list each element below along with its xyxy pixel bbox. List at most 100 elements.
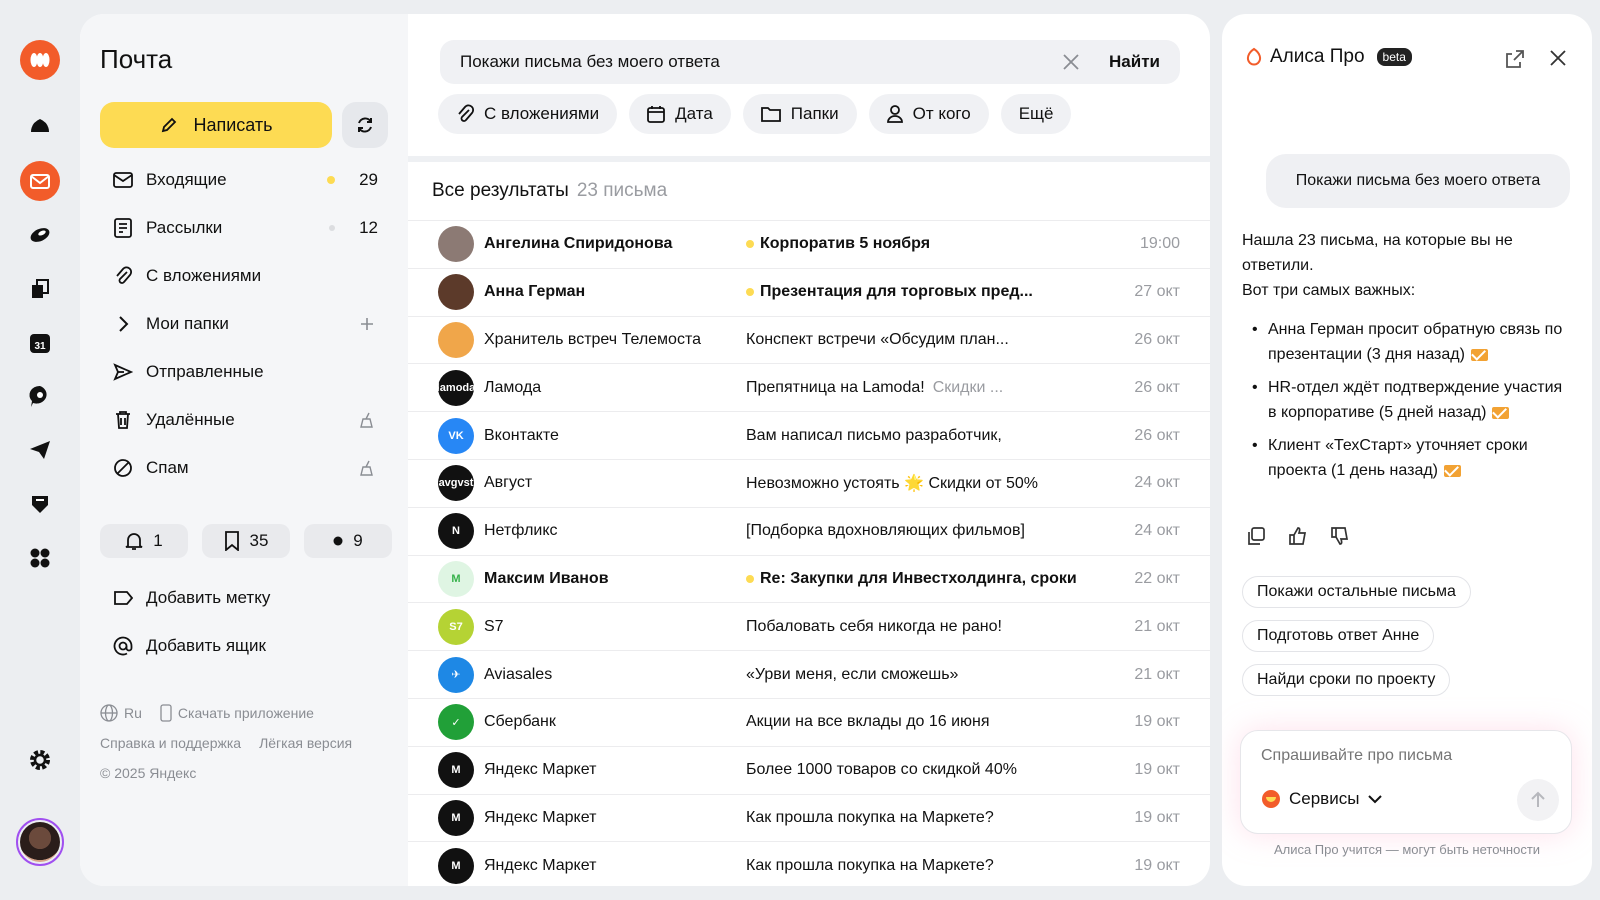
table-row[interactable]: M Яндекс Маркет Как прошла покупка на Марк…: [408, 793, 1210, 842]
filter-from[interactable]: От кого: [868, 94, 989, 134]
table-row[interactable]: VK Вконтакте Вам написал письмо разработчи…: [408, 411, 1210, 459]
filter-attachments[interactable]: С вложениями: [438, 94, 618, 134]
answer-bullet: HR-отдел ждёт подтверждение участия в ко…: [1242, 375, 1572, 425]
folder-icon: [760, 107, 781, 122]
compose-button[interactable]: Написать: [100, 102, 332, 148]
sender-name: Сбербанк: [484, 713, 556, 731]
download-app-link[interactable]: Скачать приложение: [160, 698, 314, 728]
email-subject: «Урви меня, если сможешь»: [746, 665, 959, 683]
answer-actions: [1246, 526, 1350, 551]
notes-icon[interactable]: [20, 484, 60, 524]
folder-newsletters[interactable]: Рассылки 12: [100, 204, 390, 252]
refresh-button[interactable]: [342, 102, 388, 148]
mail-service-icon[interactable]: [20, 161, 60, 201]
table-row[interactable]: avgvst Август Невозможно устоять 🌟 Скидки …: [408, 458, 1210, 507]
filter-more[interactable]: Ещё: [1000, 94, 1072, 134]
table-row[interactable]: M Максим Иванов Re: Закупки для Инвестхолд…: [408, 554, 1210, 603]
table-row[interactable]: ✓ Сбербанк Акции на все вклады до 16 июня 1…: [408, 697, 1210, 746]
suggestion-button[interactable]: Покажи остальные письма: [1242, 576, 1471, 608]
table-row[interactable]: lamoda Ламода Препятница на Lamoda! Скидки …: [408, 363, 1210, 411]
alice-prompt-input[interactable]: [1261, 747, 1541, 765]
suggestion-button[interactable]: Подготовь ответ Анне: [1242, 620, 1435, 652]
open-external-icon[interactable]: [1504, 48, 1526, 75]
quick-counters: 1 35 9: [100, 524, 392, 558]
yandex-logo-icon[interactable]: [20, 40, 60, 80]
sender-name: Ангелина Спиридонова: [484, 235, 673, 253]
settings-gear-icon[interactable]: [20, 740, 60, 780]
refresh-icon: [358, 117, 372, 133]
clear-search-icon[interactable]: [1059, 50, 1083, 74]
folder-my-folders[interactable]: Мои папки: [100, 300, 390, 348]
thumbs-up-icon[interactable]: [1288, 526, 1308, 551]
sender-avatar: lamoda: [438, 369, 474, 406]
all-services-icon[interactable]: [20, 538, 60, 578]
telemost-icon[interactable]: [20, 376, 60, 416]
filter-label: Дата: [675, 104, 713, 123]
bookmarks-counter[interactable]: 35: [202, 524, 290, 558]
close-panel-icon[interactable]: [1548, 48, 1568, 73]
globe-icon: [100, 704, 118, 722]
spam-block-icon: [112, 457, 134, 479]
send-button[interactable]: [1517, 779, 1559, 821]
table-row[interactable]: Ангелина Спиридонова Корпоратив 5 ноября 1…: [408, 220, 1210, 268]
language-switch[interactable]: Ru: [100, 698, 142, 728]
filter-date[interactable]: Дата: [629, 94, 731, 134]
suggestion-button[interactable]: Найди сроки по проекту: [1242, 664, 1451, 696]
at-sign-icon: [112, 635, 134, 657]
email-subject-cell: Как прошла покупка на Маркете?: [746, 809, 1110, 827]
calendar-icon[interactable]: 31: [20, 323, 60, 363]
add-label-item[interactable]: Добавить метку: [100, 574, 390, 622]
reminders-counter[interactable]: 1: [100, 524, 188, 558]
calendar-small-icon: [647, 106, 666, 123]
send-plane-icon[interactable]: [20, 430, 60, 470]
cloud-icon[interactable]: [20, 106, 60, 146]
help-link[interactable]: Справка и поддержка: [100, 728, 241, 758]
filter-label: Папки: [790, 104, 839, 123]
table-row[interactable]: Анна Герман Презентация для торговых пред…: [408, 267, 1210, 316]
services-label: Сервисы: [1289, 789, 1360, 808]
sender-avatar: ✓: [438, 704, 474, 741]
clear-broom-icon[interactable]: [356, 409, 378, 431]
search-input[interactable]: [460, 52, 1060, 72]
filter-folders[interactable]: Папки: [742, 94, 857, 134]
folder-spam[interactable]: Спам: [100, 444, 390, 492]
envelope-icon[interactable]: [1444, 464, 1462, 477]
add-mailbox-item[interactable]: Добавить ящик: [100, 622, 390, 670]
table-row[interactable]: M Яндекс Маркет Более 1000 товаров со скид…: [408, 745, 1210, 794]
folder-inbox[interactable]: Входящие 29: [100, 156, 390, 204]
folder-sent[interactable]: Отправленные: [100, 348, 390, 396]
table-row[interactable]: S7 S7 Побаловать себя никогда не рано! 21 о…: [408, 602, 1210, 650]
folder-attachments[interactable]: С вложениями: [100, 252, 390, 300]
alice-title-text: Алиса Про: [1270, 46, 1365, 67]
find-button[interactable]: Найти: [1109, 52, 1160, 72]
folder-label: Входящие: [146, 170, 227, 189]
sent-arrow-icon: [112, 361, 134, 383]
sender-name: Яндекс Маркет: [484, 808, 597, 826]
services-dropdown[interactable]: Сервисы: [1261, 789, 1383, 809]
folder-label: Мои папки: [146, 314, 229, 333]
clear-broom-icon[interactable]: [356, 457, 378, 479]
person-icon: [886, 105, 903, 123]
lite-version-link[interactable]: Лёгкая версия: [259, 728, 352, 758]
envelope-icon[interactable]: [1470, 348, 1488, 361]
bullet-text: HR-отдел ждёт подтверждение участия в ко…: [1268, 379, 1563, 421]
table-row[interactable]: N Нетфликс [Подборка вдохновляющих фильмов…: [408, 506, 1210, 555]
results-count: 23 письма: [576, 180, 668, 201]
table-row[interactable]: Хранитель встреч Телемоста Конспект встре…: [408, 315, 1210, 364]
add-folder-plus-icon[interactable]: [356, 313, 378, 335]
table-row[interactable]: ✈ Aviasales «Урви меня, если сможешь» 21 ок…: [408, 650, 1210, 698]
user-avatar[interactable]: [16, 818, 64, 866]
envelope-icon[interactable]: [1492, 406, 1510, 419]
alice-panel: Алиса Про beta Покажи письма без моего о…: [1222, 14, 1592, 886]
folder-trash[interactable]: Удалённые: [100, 396, 390, 444]
copy-icon[interactable]: [1246, 526, 1266, 551]
email-subject: Как прошла покупка на Маркете?: [746, 856, 994, 874]
messenger-icon[interactable]: [20, 215, 60, 255]
email-date: 26 окт: [1134, 378, 1180, 396]
documents-icon[interactable]: [20, 269, 60, 309]
email-subject: Побаловать себя никогда не рано!: [746, 617, 1002, 635]
thumbs-down-icon[interactable]: [1330, 526, 1350, 551]
table-row[interactable]: M Яндекс Маркет Как прошла покупка на Марк…: [408, 841, 1210, 886]
unread-counter[interactable]: 9: [304, 524, 392, 558]
chevron-down-icon: [1368, 795, 1383, 804]
